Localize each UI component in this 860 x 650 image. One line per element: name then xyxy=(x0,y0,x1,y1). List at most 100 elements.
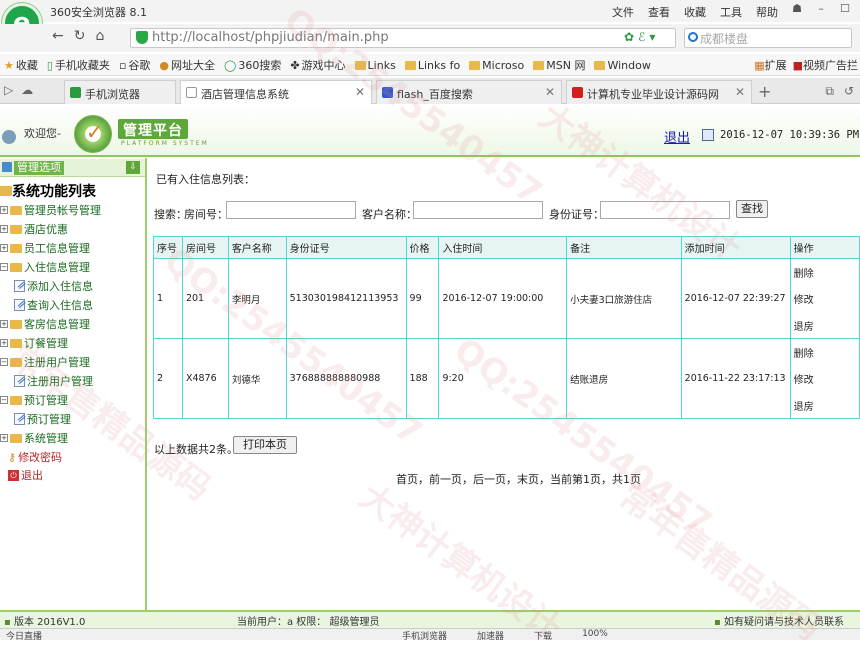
expand-icon[interactable]: + xyxy=(0,244,8,252)
print-button[interactable]: 打印本页 xyxy=(233,436,297,454)
collapse-node-icon[interactable]: − xyxy=(0,263,8,271)
search-button[interactable]: 查找 xyxy=(736,200,768,218)
live-button[interactable]: 今日直播 xyxy=(6,629,42,642)
collapse-icon[interactable]: ⇩ xyxy=(126,161,140,174)
sidebar-item-booking-manage[interactable]: 预订管理 xyxy=(14,411,71,427)
mobile-browser-button[interactable]: 手机浏览器 xyxy=(402,629,447,642)
browser-statusbar-items: 今日直播 手机浏览器 加速器 下载 100% xyxy=(6,629,608,642)
cell-checkin: 2016-12-07 19:00:00 xyxy=(439,259,567,339)
sidebar-item-checkin[interactable]: −入住信息管理 xyxy=(0,259,90,275)
cell-name: 刘德华 xyxy=(228,339,286,419)
checkout-link[interactable]: 退房 xyxy=(794,318,856,333)
menu-help[interactable]: 帮助 xyxy=(756,4,778,20)
bookmark-item[interactable]: Window xyxy=(594,57,650,73)
delete-link[interactable]: 删除 xyxy=(794,265,856,280)
skin-icon[interactable]: ☗ xyxy=(786,2,808,18)
undo-close-icon[interactable]: ↺ xyxy=(844,84,854,99)
bookmark-item[interactable]: Links xyxy=(355,57,396,73)
tab-mobile-browser[interactable]: 手机浏览器 xyxy=(64,80,176,104)
col-remark: 备注 xyxy=(567,237,682,259)
sidebar-item-system[interactable]: +系统管理 xyxy=(0,430,68,446)
bookmark-item[interactable]: ★收藏 xyxy=(4,57,38,73)
expand-icon[interactable]: + xyxy=(0,206,8,214)
bookmark-item[interactable]: ◯360搜索 xyxy=(224,57,281,73)
logout-link[interactable]: 退出 xyxy=(664,127,690,146)
sidebar-item-add-checkin[interactable]: 添加入住信息 xyxy=(14,278,93,294)
table-row: 1 201 李明月 513030198412113953 99 2016-12-… xyxy=(154,259,860,339)
bookmark-item[interactable]: Links fo xyxy=(405,57,460,73)
sidebar-item-query-checkin[interactable]: 查询入住信息 xyxy=(14,297,93,313)
menu-file[interactable]: 文件 xyxy=(612,4,634,20)
sidebar-item-booking[interactable]: −预订管理 xyxy=(0,392,68,408)
customer-input[interactable] xyxy=(413,201,543,219)
browser-search-input[interactable]: 成都楼盘 xyxy=(700,30,748,47)
expand-icon[interactable]: + xyxy=(0,225,8,233)
new-tab-icon[interactable]: + xyxy=(758,82,771,101)
accelerator-button[interactable]: 加速器 xyxy=(477,629,504,642)
tab-flash-search[interactable]: flash_百度搜索 ✕ xyxy=(376,80,562,104)
collapse-node-icon[interactable]: − xyxy=(0,358,8,366)
restore-tab-icon[interactable]: ⧉ xyxy=(825,84,834,99)
speed-icon[interactable]: ℰ xyxy=(638,30,645,44)
folder-icon xyxy=(10,434,22,443)
refresh-icon[interactable]: ↻ xyxy=(74,28,86,44)
maximize-icon[interactable]: ☐ xyxy=(834,2,856,18)
sidebar-item-users-manage[interactable]: 注册用户管理 xyxy=(14,373,93,389)
close-icon[interactable]: ✕ xyxy=(735,85,745,99)
adblock-button[interactable]: ■视频广告拦 xyxy=(793,57,858,73)
calendar-icon xyxy=(702,129,714,141)
sidebar-item-dining[interactable]: +订餐管理 xyxy=(0,335,68,351)
close-icon[interactable]: ✕ xyxy=(545,85,555,99)
bookmark-item[interactable]: MSN 网 xyxy=(533,57,585,73)
compat-icon[interactable]: ✿ xyxy=(624,30,634,44)
sidebar-item-exit[interactable]: ⏻退出 xyxy=(8,467,43,483)
delete-link[interactable]: 删除 xyxy=(794,345,856,360)
cloud-icon[interactable]: ☁ xyxy=(21,83,33,97)
col-checkin: 入住时间 xyxy=(439,237,567,259)
checkout-link[interactable]: 退房 xyxy=(794,398,856,413)
idcard-input[interactable] xyxy=(600,201,730,219)
sidebar-item-staff[interactable]: +员工信息管理 xyxy=(0,240,90,256)
sidebar-item-users[interactable]: −注册用户管理 xyxy=(0,354,90,370)
menu-favorites[interactable]: 收藏 xyxy=(684,4,706,20)
close-icon[interactable]: ✕ xyxy=(355,85,365,99)
menu-view[interactable]: 查看 xyxy=(648,4,670,20)
tab-source-site[interactable]: 计算机专业毕业设计源码网 ✕ xyxy=(566,80,752,104)
bookmark-item[interactable]: ▯手机收藏夹 xyxy=(47,57,110,73)
sidebar-item-change-password[interactable]: ⚷修改密码 xyxy=(8,449,62,465)
edit-link[interactable]: 修改 xyxy=(794,291,856,306)
folder-open-icon xyxy=(10,263,22,272)
back-icon[interactable]: ← xyxy=(52,28,64,44)
extensions-button[interactable]: ▦扩展 xyxy=(754,57,786,73)
tab-hotel-system[interactable]: 酒店管理信息系统 ✕ xyxy=(180,80,372,104)
pagination[interactable]: 首页，前一页，后一页，末页，当前第1页，共1页 xyxy=(396,471,641,487)
cell-remark: 小夫妻3口旅游住店 xyxy=(567,259,682,339)
folder-icon xyxy=(10,225,22,234)
zoom-level[interactable]: 100% xyxy=(582,629,608,642)
edit-link[interactable]: 修改 xyxy=(794,371,856,386)
sidebar-item-discounts[interactable]: +酒店优惠 xyxy=(0,221,68,237)
address-input[interactable]: http://localhost/phpjiudian/main.php xyxy=(152,30,389,45)
expand-icon[interactable]: + xyxy=(0,339,8,347)
expand-icon[interactable]: + xyxy=(0,320,8,328)
home-icon[interactable]: ⌂ xyxy=(95,28,104,44)
bookmark-item[interactable]: ✤游戏中心 xyxy=(290,57,345,73)
download-button[interactable]: 下载 xyxy=(534,629,552,642)
page-title: 已有入住信息列表： xyxy=(156,171,255,187)
minimize-icon[interactable]: – xyxy=(810,2,832,18)
sidebar-toggle-icon[interactable]: ▷ xyxy=(4,83,13,97)
room-input[interactable] xyxy=(226,201,356,219)
bookmark-item[interactable]: ▫谷歌 xyxy=(119,57,150,73)
sidebar-item-admin-accounts[interactable]: +管理员帐号管理 xyxy=(0,202,101,218)
globe-icon: ● xyxy=(159,59,169,72)
dropdown-icon[interactable]: ▾ xyxy=(649,30,655,44)
menu-tools[interactable]: 工具 xyxy=(720,4,742,20)
bookmark-item[interactable]: ●网址大全 xyxy=(159,57,215,73)
col-ops: 操作 xyxy=(790,237,859,259)
welcome-text: 欢迎您- xyxy=(24,125,61,141)
collapse-node-icon[interactable]: − xyxy=(0,396,8,404)
sidebar-item-rooms[interactable]: +客房信息管理 xyxy=(0,316,90,332)
expand-icon[interactable]: + xyxy=(0,434,8,442)
bookmark-item[interactable]: Microso xyxy=(469,57,524,73)
phone-icon xyxy=(70,87,81,98)
